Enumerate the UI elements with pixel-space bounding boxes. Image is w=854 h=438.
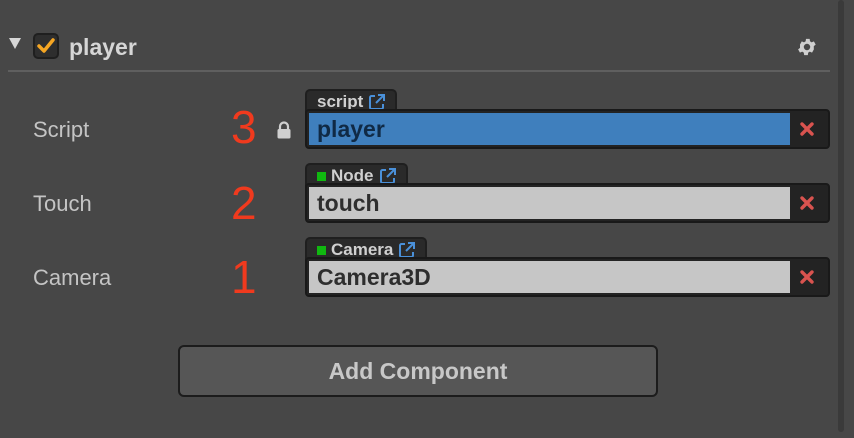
touch-field[interactable]: touch [305,183,830,223]
header-divider [8,70,830,72]
prop-label-script: Script [33,117,90,142]
collapse-triangle-icon[interactable] [9,38,21,49]
touch-field-value[interactable]: touch [309,187,790,219]
prop-label-touch: Touch [33,191,92,216]
add-component-button[interactable]: Add Component [178,345,658,397]
type-dot-icon [317,245,326,255]
script-field[interactable]: player [305,109,830,149]
remove-x-icon[interactable] [799,269,815,285]
annotation-number: 2 [231,177,257,229]
component-enable-checkbox[interactable] [33,33,59,59]
camera-field-value[interactable]: Camera3D [309,261,790,293]
type-dot-icon [317,171,326,181]
lock-icon [277,121,291,139]
remove-x-icon[interactable] [799,121,815,137]
component-title: player [69,34,137,60]
annotation-number: 3 [231,101,257,153]
script-field-value[interactable]: player [309,113,790,145]
camera-field[interactable]: Camera3D [305,257,830,297]
checkmark-icon [37,38,55,53]
annotation-number: 1 [231,251,257,303]
panel-scrollbar[interactable] [838,0,844,432]
gear-icon[interactable] [796,36,818,58]
remove-x-icon[interactable] [799,195,815,211]
prop-label-camera: Camera [33,265,112,290]
